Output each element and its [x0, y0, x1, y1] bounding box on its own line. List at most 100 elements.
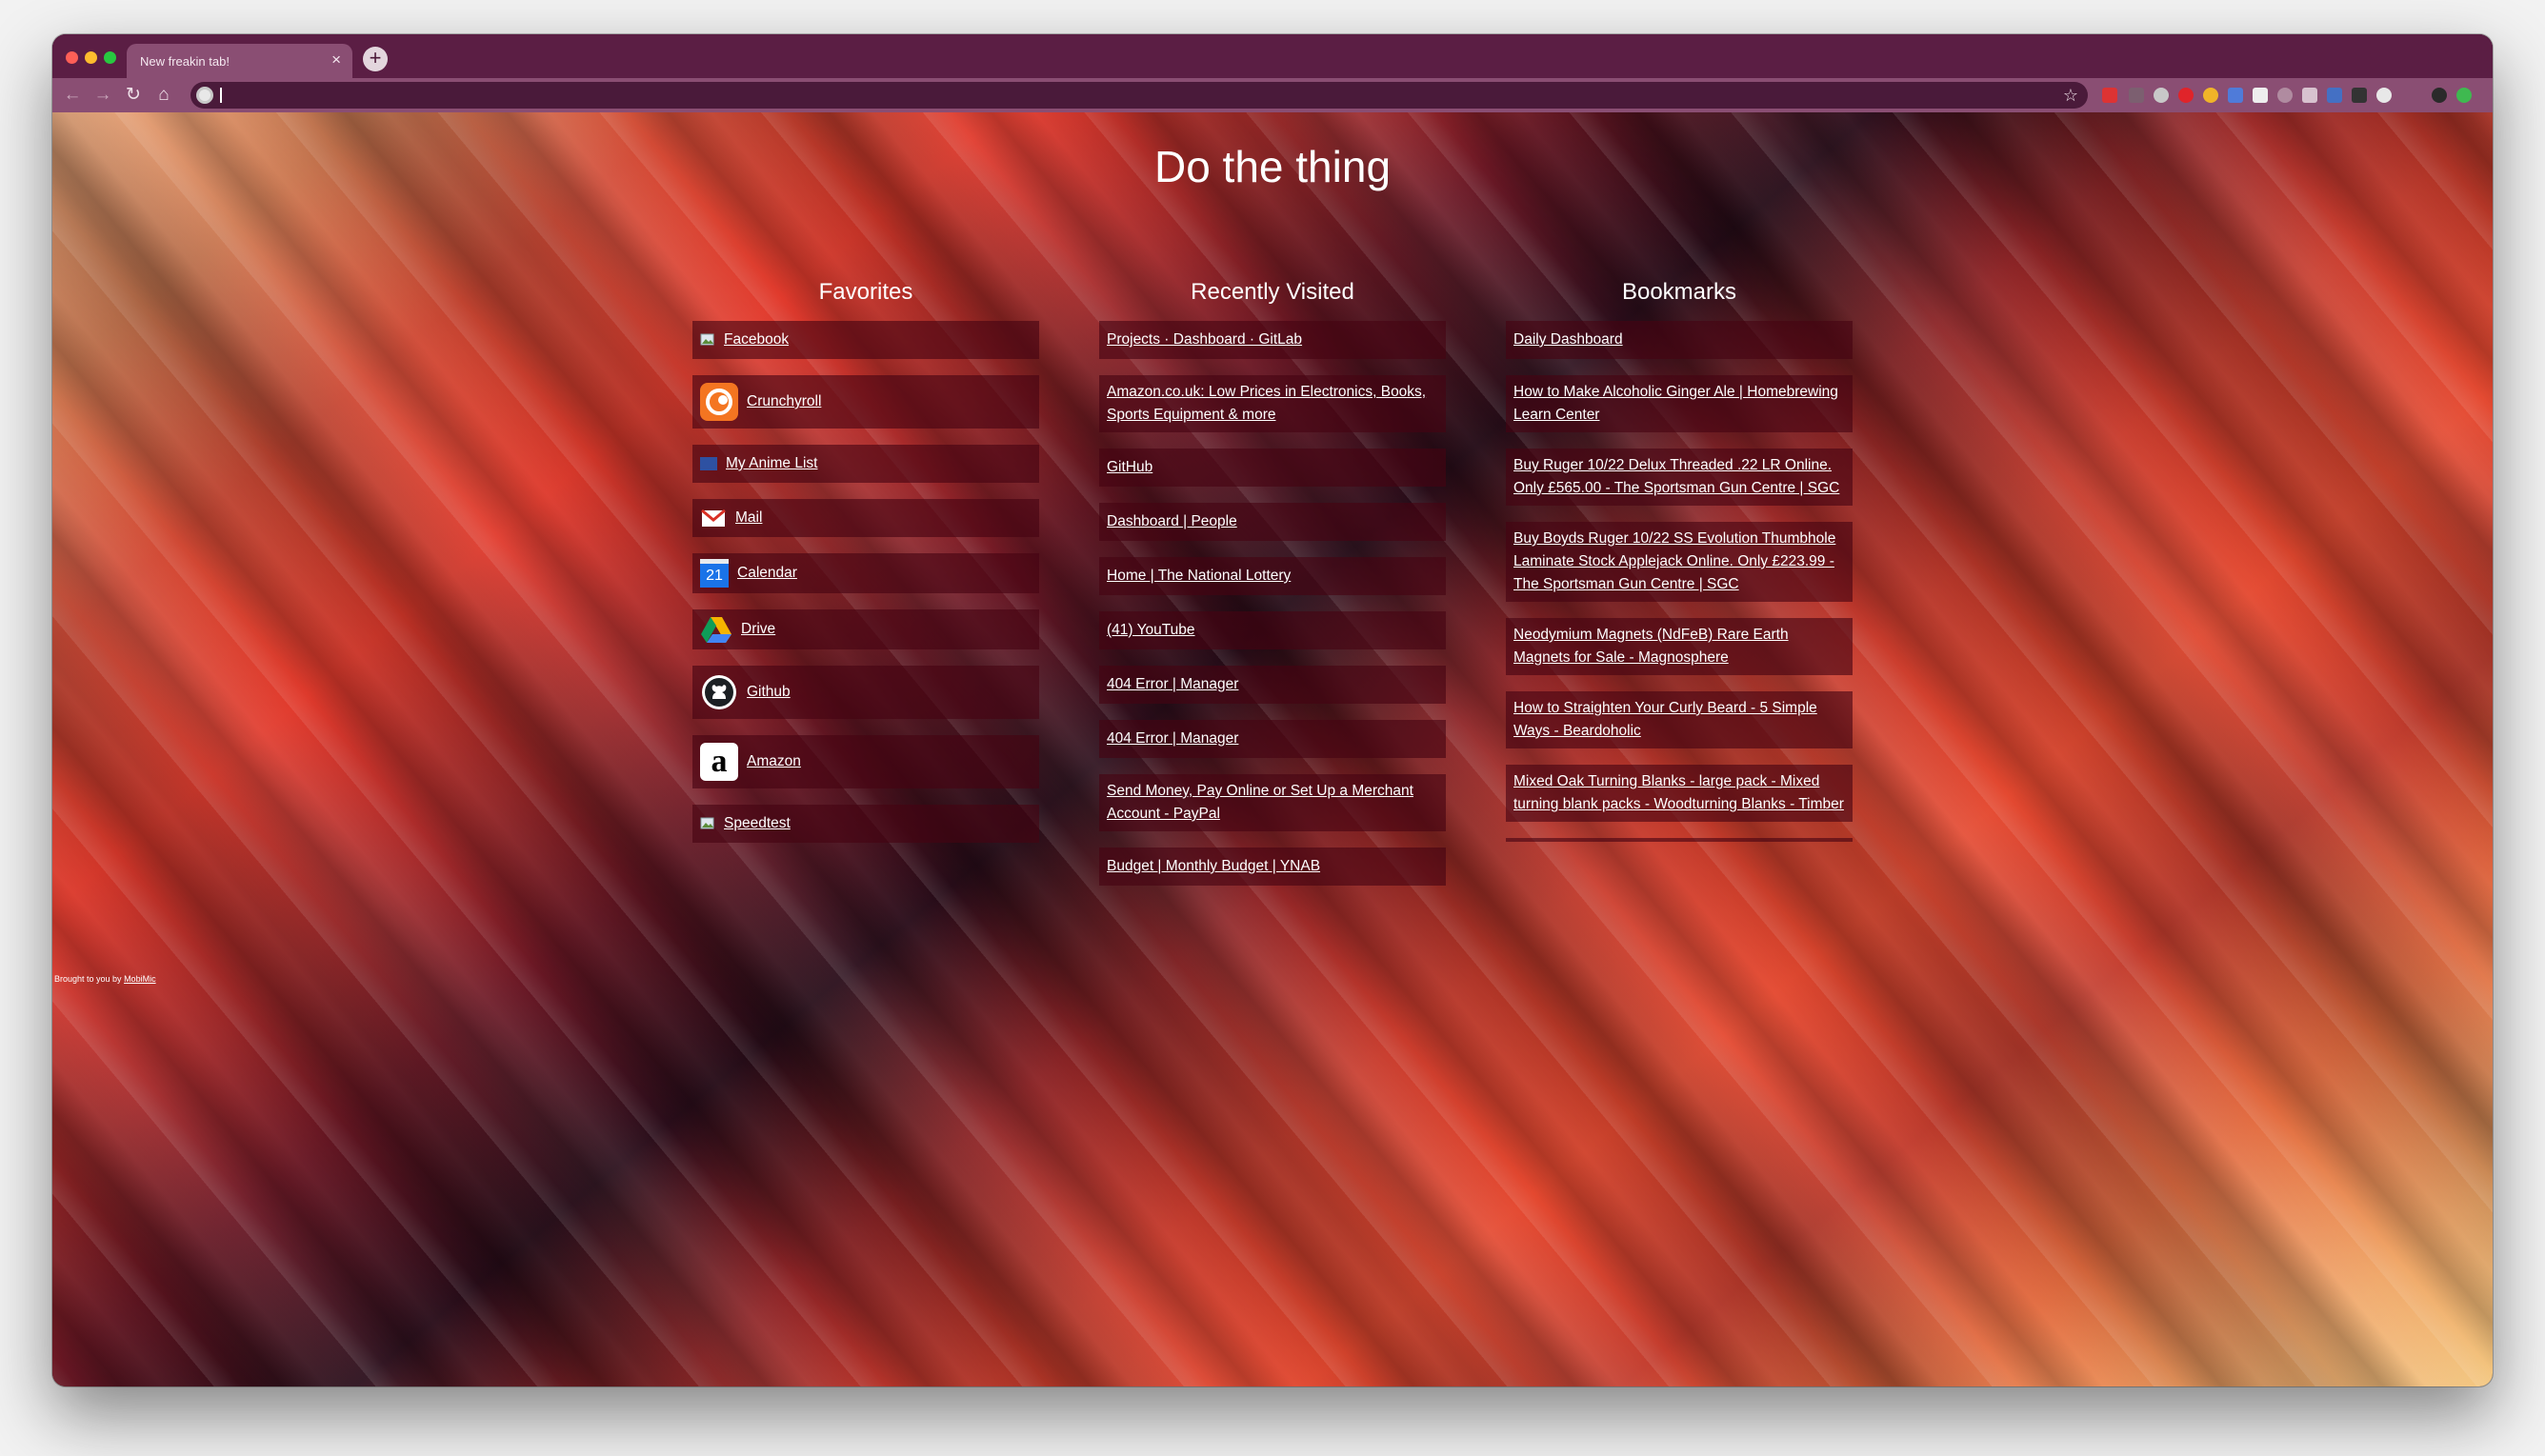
recent-link[interactable]: Send Money, Pay Online or Set Up a Merch…	[1107, 780, 1438, 826]
shield-extension-icon[interactable]	[2129, 88, 2144, 103]
broken-image-icon	[700, 332, 715, 348]
bookmark-link[interactable]: Mixed Oak Turning Blanks - large pack - …	[1513, 770, 1845, 816]
crunchyroll-icon	[700, 383, 738, 421]
favorite-link-speedtest[interactable]: Speedtest	[724, 812, 791, 835]
bookmark-item[interactable]: How to Make Alcoholic Ginger Ale | Homeb…	[1506, 375, 1853, 432]
calendar-extension-icon[interactable]	[2102, 88, 2117, 103]
ghost-extension-icon[interactable]	[2154, 88, 2169, 103]
favorite-item-facebook[interactable]: Facebook	[692, 321, 1039, 359]
recent-item[interactable]: 404 Error | Manager	[1099, 666, 1446, 704]
bookmarks-end-divider	[1506, 838, 1853, 842]
tab-new-freakin-tab[interactable]: New freakin tab! ×	[127, 44, 352, 78]
browser-toolbar: ← → ↻ ⌂ ☆	[52, 78, 2493, 112]
recent-item[interactable]: Amazon.co.uk: Low Prices in Electronics,…	[1099, 375, 1446, 432]
drive-icon	[700, 615, 732, 644]
recently-visited-heading: Recently Visited	[1191, 279, 1354, 305]
notion-extension-icon[interactable]	[2352, 88, 2367, 103]
forward-icon[interactable]: →	[90, 83, 115, 108]
gmail-icon	[700, 505, 727, 531]
broken-image-icon	[700, 816, 715, 831]
footer-link[interactable]: MobiMic	[124, 974, 156, 984]
calendar-icon: 21	[700, 559, 729, 588]
favorite-link-mail[interactable]: Mail	[735, 507, 762, 529]
recent-item[interactable]: (41) YouTube	[1099, 611, 1446, 649]
back-icon[interactable]: ←	[60, 83, 85, 108]
bookmark-star-icon[interactable]: ☆	[2063, 85, 2078, 106]
github-icon	[700, 673, 738, 711]
recent-link[interactable]: Home | The National Lottery	[1107, 565, 1291, 588]
footer-text: Brought to you by	[54, 974, 122, 984]
grid-extension-icon[interactable]	[2327, 88, 2342, 103]
tab-close-icon[interactable]: ×	[331, 51, 341, 68]
favorite-link-calendar[interactable]: Calendar	[737, 562, 797, 585]
tab-title: New freakin tab!	[140, 54, 230, 69]
bookmarks-column: Bookmarks Daily Dashboard How to Make Al…	[1506, 279, 1853, 842]
recent-link[interactable]: GitHub	[1107, 456, 1152, 479]
bookmark-item[interactable]: How to Straighten Your Curly Beard - 5 S…	[1506, 691, 1853, 748]
home-icon[interactable]: ⌂	[151, 83, 176, 108]
zoom-window-button[interactable]	[104, 51, 116, 64]
close-window-button[interactable]	[66, 51, 78, 64]
favorite-item-calendar[interactable]: 21 Calendar	[692, 553, 1039, 593]
bookmark-link[interactable]: Buy Boyds Ruger 10/22 SS Evolution Thumb…	[1513, 528, 1845, 596]
recent-item[interactable]: 404 Error | Manager	[1099, 720, 1446, 758]
recent-item[interactable]: Dashboard | People	[1099, 503, 1446, 541]
favorite-link-amazon[interactable]: Amazon	[747, 750, 801, 773]
recent-link[interactable]: 404 Error | Manager	[1107, 728, 1238, 750]
recent-link[interactable]: Amazon.co.uk: Low Prices in Electronics,…	[1107, 381, 1438, 427]
favorite-item-speedtest[interactable]: Speedtest	[692, 805, 1039, 843]
new-tab-page: Do the thing Favorites Facebook Crunchyr…	[52, 112, 2493, 1386]
adblock-extension-icon[interactable]	[2178, 88, 2194, 103]
recent-item[interactable]: Budget | Monthly Budget | YNAB	[1099, 848, 1446, 886]
page-title: Do the thing	[1153, 142, 1392, 191]
recent-item[interactable]: GitHub	[1099, 449, 1446, 487]
cs-extension-icon[interactable]	[2302, 88, 2317, 103]
minimize-window-button[interactable]	[85, 51, 97, 64]
recent-item[interactable]: Projects · Dashboard · GitLab	[1099, 321, 1446, 359]
browser-window: New freakin tab! × + ← → ↻ ⌂ ☆ Do the th…	[52, 34, 2493, 1386]
profile-avatar-icon[interactable]	[2432, 88, 2447, 103]
favorite-item-crunchyroll[interactable]: Crunchyroll	[692, 375, 1039, 429]
favorite-link-my-anime-list[interactable]: My Anime List	[726, 452, 817, 475]
favorite-link-facebook[interactable]: Facebook	[724, 329, 789, 351]
footer-credit: Brought to you by MobiMic	[54, 974, 156, 984]
recent-item[interactable]: Send Money, Pay Online or Set Up a Merch…	[1099, 774, 1446, 831]
amazon-icon: a	[700, 743, 738, 781]
bookmark-link[interactable]: How to Straighten Your Curly Beard - 5 S…	[1513, 697, 1845, 743]
favorite-item-drive[interactable]: Drive	[692, 609, 1039, 649]
bookmark-link[interactable]: Daily Dashboard	[1513, 329, 1623, 351]
recently-visited-column: Recently Visited Projects · Dashboard · …	[1099, 279, 1446, 902]
recent-link[interactable]: Budget | Monthly Budget | YNAB	[1107, 855, 1320, 878]
pen-extension-icon[interactable]	[2253, 88, 2268, 103]
favorite-item-mail[interactable]: Mail	[692, 499, 1039, 537]
recent-link[interactable]: Projects · Dashboard · GitLab	[1107, 329, 1302, 351]
moon-extension-icon[interactable]	[2277, 88, 2293, 103]
favorite-item-my-anime-list[interactable]: My Anime List	[692, 445, 1039, 483]
new-tab-button[interactable]: +	[363, 47, 388, 71]
bookmark-item[interactable]: Buy Boyds Ruger 10/22 SS Evolution Thumb…	[1506, 522, 1853, 602]
favorite-link-crunchyroll[interactable]: Crunchyroll	[747, 390, 821, 413]
bookmark-item[interactable]: Daily Dashboard	[1506, 321, 1853, 359]
favorite-link-drive[interactable]: Drive	[741, 618, 775, 641]
recent-item[interactable]: Home | The National Lottery	[1099, 557, 1446, 595]
bookmark-item[interactable]: Neodymium Magnets (NdFeB) Rare Earth Mag…	[1506, 618, 1853, 675]
gear-extension-icon[interactable]	[2376, 88, 2392, 103]
address-bar[interactable]: ☆	[190, 82, 2088, 109]
text-cursor	[220, 88, 222, 103]
bookmark-link[interactable]: How to Make Alcoholic Ginger Ale | Homeb…	[1513, 381, 1845, 427]
bookmark-item[interactable]: Buy Ruger 10/22 Delux Threaded .22 LR On…	[1506, 449, 1853, 506]
recent-link[interactable]: 404 Error | Manager	[1107, 673, 1238, 696]
chrome-extension-icon[interactable]	[2203, 88, 2218, 103]
recent-link[interactable]: Dashboard | People	[1107, 510, 1237, 533]
colorful-extension-icon[interactable]	[2228, 88, 2243, 103]
bookmark-link[interactable]: Neodymium Magnets (NdFeB) Rare Earth Mag…	[1513, 624, 1845, 669]
reload-icon[interactable]: ↻	[121, 83, 146, 108]
favorite-item-amazon[interactable]: a Amazon	[692, 735, 1039, 788]
bookmark-item[interactable]: Mixed Oak Turning Blanks - large pack - …	[1506, 765, 1853, 822]
favorite-item-github[interactable]: Github	[692, 666, 1039, 719]
favorite-link-github[interactable]: Github	[747, 681, 791, 704]
update-indicator-icon[interactable]	[2456, 88, 2472, 103]
recent-link[interactable]: (41) YouTube	[1107, 619, 1195, 642]
bookmarks-heading: Bookmarks	[1621, 279, 1737, 305]
bookmark-link[interactable]: Buy Ruger 10/22 Delux Threaded .22 LR On…	[1513, 454, 1845, 500]
